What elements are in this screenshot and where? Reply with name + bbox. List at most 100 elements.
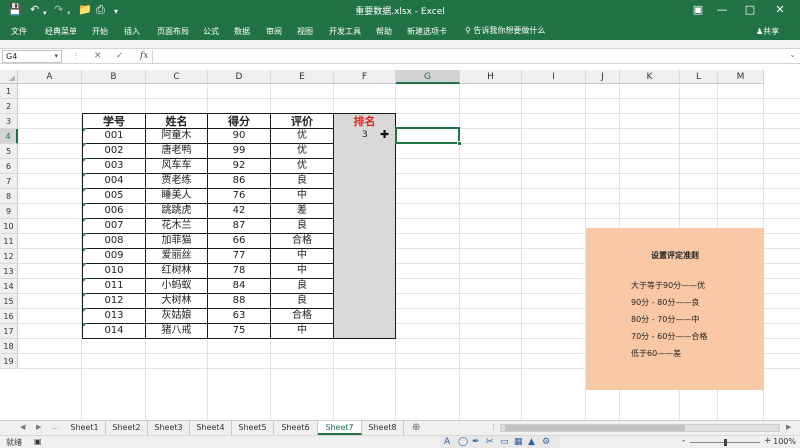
table-cell[interactable] [334,218,396,234]
table-cell[interactable] [334,173,396,189]
tab-review[interactable]: 审阅 [266,26,282,37]
row-header-2[interactable]: 2 [0,99,18,114]
chevron-down-icon[interactable]: ▾ [54,51,58,62]
row-header-16[interactable]: 16 [0,309,18,324]
row-header-14[interactable]: 14 [0,279,18,294]
table-cell[interactable]: 87 [208,218,271,234]
table-cell[interactable]: 阿童木 [146,128,208,144]
table-cell[interactable]: 77 [208,248,271,264]
table-cell[interactable]: 良 [271,278,334,294]
row-header-11[interactable]: 11 [0,234,18,249]
table-cell[interactable]: 合格 [271,308,334,324]
table-cell[interactable]: 唐老鸭 [146,143,208,159]
table-cell[interactable]: 010 [82,263,146,279]
column-header-l[interactable]: L [680,70,718,84]
table-cell[interactable]: 002 [82,143,146,159]
table-cell[interactable] [334,203,396,219]
row-header-6[interactable]: 6 [0,159,18,174]
row-header-19[interactable]: 19 [0,354,18,369]
tab-new-tab[interactable]: 新建选项卡 [407,26,447,37]
sheet-tab-sheet3[interactable]: Sheet3 [148,421,190,435]
table-cell[interactable]: 爱丽丝 [146,248,208,264]
table-cell[interactable]: 99 [208,143,271,159]
column-header-j[interactable]: J [586,70,620,84]
row-header-10[interactable]: 10 [0,219,18,234]
column-header-g[interactable]: G [396,70,460,84]
more-sheets-icon[interactable]: … [52,423,59,431]
row-header-12[interactable]: 12 [0,249,18,264]
sheet-tab-sheet8[interactable]: Sheet8 [362,421,404,435]
table-cell[interactable]: 78 [208,263,271,279]
table-cell[interactable] [334,158,396,174]
table-cell[interactable]: 66 [208,233,271,249]
column-header-e[interactable]: E [271,70,334,84]
table-cell[interactable]: 90 [208,128,271,144]
table-cell[interactable] [334,323,396,339]
tab-developer[interactable]: 开发工具 [329,26,361,37]
table-cell[interactable]: 中 [271,323,334,339]
column-header-h[interactable]: H [460,70,522,84]
image-icon[interactable]: ▦ [514,436,523,448]
table-cell[interactable]: 中 [271,188,334,204]
table-cell[interactable]: 006 [82,203,146,219]
restore-icon[interactable]: □ [740,3,760,17]
formula-input[interactable] [152,50,798,63]
table-cell[interactable]: 009 [82,248,146,264]
table-cell[interactable]: 92 [208,158,271,174]
table-cell[interactable]: 优 [271,128,334,144]
column-header-f[interactable]: F [334,70,396,84]
column-header-b[interactable]: B [82,70,146,84]
column-header-i[interactable]: I [522,70,586,84]
insert-function-icon[interactable]: fx [140,51,148,61]
row-header-15[interactable]: 15 [0,294,18,309]
column-header-m[interactable]: M [718,70,764,84]
tab-insert[interactable]: 插入 [124,26,140,37]
table-cell[interactable]: 跳跳虎 [146,203,208,219]
table-cell[interactable]: 001 [82,128,146,144]
table-cell[interactable]: 合格 [271,233,334,249]
pen-icon[interactable]: ✒ [472,436,480,448]
tab-page-layout[interactable]: 页面布局 [157,26,189,37]
expand-formula-bar-icon[interactable]: ⌄ [789,50,796,59]
sheet-tab-sheet2[interactable]: Sheet2 [106,421,148,435]
table-cell[interactable]: 007 [82,218,146,234]
active-cell-selection[interactable] [395,127,462,146]
macro-record-icon[interactable]: ▣ [34,437,42,446]
table-cell[interactable]: 灰姑娘 [146,308,208,324]
tab-help[interactable]: 帮助 [376,26,392,37]
column-header-d[interactable]: D [208,70,271,84]
zoom-level[interactable]: 100% [773,437,796,446]
table-cell[interactable]: 花木兰 [146,218,208,234]
share-button[interactable]: ♟共享 [756,26,779,37]
table-cell[interactable]: 014 [82,323,146,339]
table-cell[interactable]: 013 [82,308,146,324]
text-icon[interactable]: A [444,436,450,448]
tab-view[interactable]: 视图 [297,26,313,37]
table-cell[interactable] [334,188,396,204]
row-header-8[interactable]: 8 [0,189,18,204]
table-cell[interactable]: 012 [82,293,146,309]
minimize-icon[interactable]: — [712,3,732,17]
cancel-icon[interactable]: ✕ [94,51,102,61]
row-header-5[interactable]: 5 [0,144,18,159]
table-cell[interactable] [334,233,396,249]
table-cell[interactable] [334,293,396,309]
sheet-tab-sheet4[interactable]: Sheet4 [190,421,232,435]
next-sheet-icon[interactable]: ▶ [36,423,41,431]
column-header-a[interactable]: A [18,70,82,84]
column-header-k[interactable]: K [620,70,680,84]
select-all-corner[interactable] [0,70,18,84]
fill-handle[interactable] [457,141,462,146]
row-header-1[interactable]: 1 [0,84,18,99]
zoom-in-button[interactable]: + [764,436,772,446]
row-header-3[interactable]: 3 [0,114,18,129]
table-cell[interactable]: 011 [82,278,146,294]
tab-file[interactable]: 文件 [11,26,27,37]
table-header-cell[interactable]: 评价 [271,113,334,129]
table-cell[interactable] [334,278,396,294]
table-cell[interactable]: 睡美人 [146,188,208,204]
prev-sheet-icon[interactable]: ◀ [20,423,25,431]
table-cell[interactable] [334,263,396,279]
column-header-c[interactable]: C [146,70,208,84]
close-icon[interactable]: ✕ [770,3,790,17]
